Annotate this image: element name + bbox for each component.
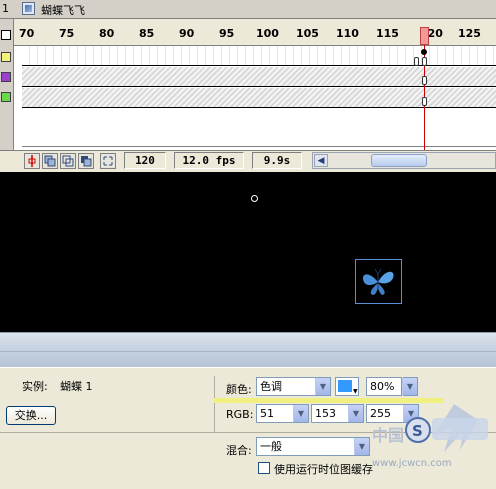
ruler-label: 95 bbox=[219, 27, 235, 40]
onion-skin-outlines-icon[interactable] bbox=[60, 153, 76, 169]
edit-multiple-frames-icon[interactable] bbox=[78, 153, 94, 169]
timeline-horizontal-scrollbar[interactable]: ◀ bbox=[312, 152, 496, 169]
chevron-down-icon: ▼ bbox=[353, 388, 358, 395]
chevron-down-icon[interactable]: ▼ bbox=[354, 438, 369, 455]
ruler-label: 80 bbox=[99, 27, 115, 40]
ruler-label: 70 bbox=[19, 27, 35, 40]
keyframe-marker[interactable] bbox=[422, 97, 427, 106]
frame-rate-field[interactable]: 12.0 fps bbox=[174, 152, 244, 169]
layer-color-swatch-2[interactable] bbox=[1, 72, 11, 82]
rgb-label: RGB: bbox=[226, 408, 254, 421]
scene-number: 1 bbox=[2, 2, 9, 15]
tint-color-picker[interactable]: ▼ bbox=[335, 377, 359, 396]
red-value-field[interactable]: 51 bbox=[256, 404, 294, 423]
ruler-label: 90 bbox=[179, 27, 195, 40]
svg-text:S: S bbox=[412, 422, 423, 440]
watermark-url: www.jcwcn.com bbox=[372, 458, 452, 469]
ruler-label: 125 bbox=[458, 27, 481, 40]
tint-amount-value: 80% bbox=[370, 380, 395, 393]
keyframe-marker[interactable] bbox=[422, 76, 427, 85]
stage-canvas[interactable] bbox=[0, 172, 496, 332]
panel-divider bbox=[214, 376, 215, 432]
elapsed-time-field: 9.9s bbox=[252, 152, 302, 169]
chevron-down-icon[interactable]: ▼ bbox=[315, 378, 330, 395]
onion-skin-icon[interactable] bbox=[42, 153, 58, 169]
instance-label: 实例: bbox=[22, 380, 48, 393]
red-dropdown[interactable]: ▼ bbox=[293, 404, 309, 423]
layer-color-swatch-3[interactable] bbox=[1, 92, 11, 102]
blend-label: 混合: bbox=[226, 444, 252, 457]
modify-onion-markers-icon[interactable] bbox=[100, 153, 116, 169]
watermark-logo: S 中国 www.jcwcn.com bbox=[372, 400, 492, 486]
ruler-label: 115 bbox=[376, 27, 399, 40]
chevron-down-icon: ▼ bbox=[402, 378, 417, 395]
swap-symbol-button[interactable]: 交换... bbox=[6, 406, 56, 425]
ruler-label: 75 bbox=[59, 27, 75, 40]
bitmap-cache-checkbox[interactable] bbox=[258, 462, 270, 474]
scrollbar-thumb[interactable] bbox=[371, 154, 427, 167]
tint-color-swatch bbox=[338, 380, 352, 392]
green-dropdown[interactable]: ▼ bbox=[348, 404, 364, 423]
green-value: 153 bbox=[315, 407, 336, 420]
playhead[interactable] bbox=[420, 27, 429, 45]
red-value: 51 bbox=[260, 407, 274, 420]
keyframe-marker[interactable] bbox=[414, 57, 419, 66]
butterfly-icon bbox=[362, 268, 394, 295]
instance-name: 蝴蝶 1 bbox=[60, 380, 93, 393]
document-tab-bar: 1 蝴蝶飞飞 bbox=[0, 0, 496, 19]
butterfly-instance[interactable] bbox=[355, 259, 402, 304]
symbol-title[interactable]: 蝴蝶飞飞 bbox=[41, 2, 85, 18]
center-frame-icon[interactable] bbox=[24, 153, 40, 169]
movieclip-symbol-icon bbox=[22, 2, 35, 15]
scroll-left-arrow-icon[interactable]: ◀ bbox=[314, 154, 328, 167]
ruler-label: 100 bbox=[256, 27, 279, 40]
chevron-down-icon: ▼ bbox=[293, 405, 308, 422]
color-mode-value: 色调 bbox=[260, 380, 282, 393]
tint-amount-field[interactable]: 80% bbox=[366, 377, 402, 396]
blend-mode-value: 一般 bbox=[260, 440, 282, 453]
ruler-label: 105 bbox=[296, 27, 319, 40]
ruler-label: 85 bbox=[139, 27, 155, 40]
watermark-text: 中国 bbox=[372, 426, 405, 445]
color-mode-select[interactable]: 色调 ▼ bbox=[256, 377, 331, 396]
ruler-label: 110 bbox=[336, 27, 359, 40]
bitmap-cache-label: 使用运行时位图缓存 bbox=[274, 463, 373, 476]
layer-color-swatch-1[interactable] bbox=[1, 52, 11, 62]
color-label: 颜色: bbox=[226, 383, 252, 396]
properties-panel-header[interactable] bbox=[0, 332, 496, 368]
keyframe-marker[interactable] bbox=[422, 57, 427, 66]
registration-point-icon bbox=[251, 195, 258, 202]
keyframe-dot[interactable] bbox=[421, 49, 427, 55]
blend-mode-select[interactable]: 一般 ▼ bbox=[256, 437, 370, 456]
tint-amount-dropdown[interactable]: ▼ bbox=[402, 377, 418, 396]
current-frame-field: 120 bbox=[124, 152, 166, 169]
delete-layer-icon[interactable] bbox=[0, 153, 10, 169]
green-value-field[interactable]: 153 bbox=[311, 404, 349, 423]
layer-outline-icon[interactable] bbox=[1, 30, 11, 40]
chevron-down-icon: ▼ bbox=[348, 405, 363, 422]
